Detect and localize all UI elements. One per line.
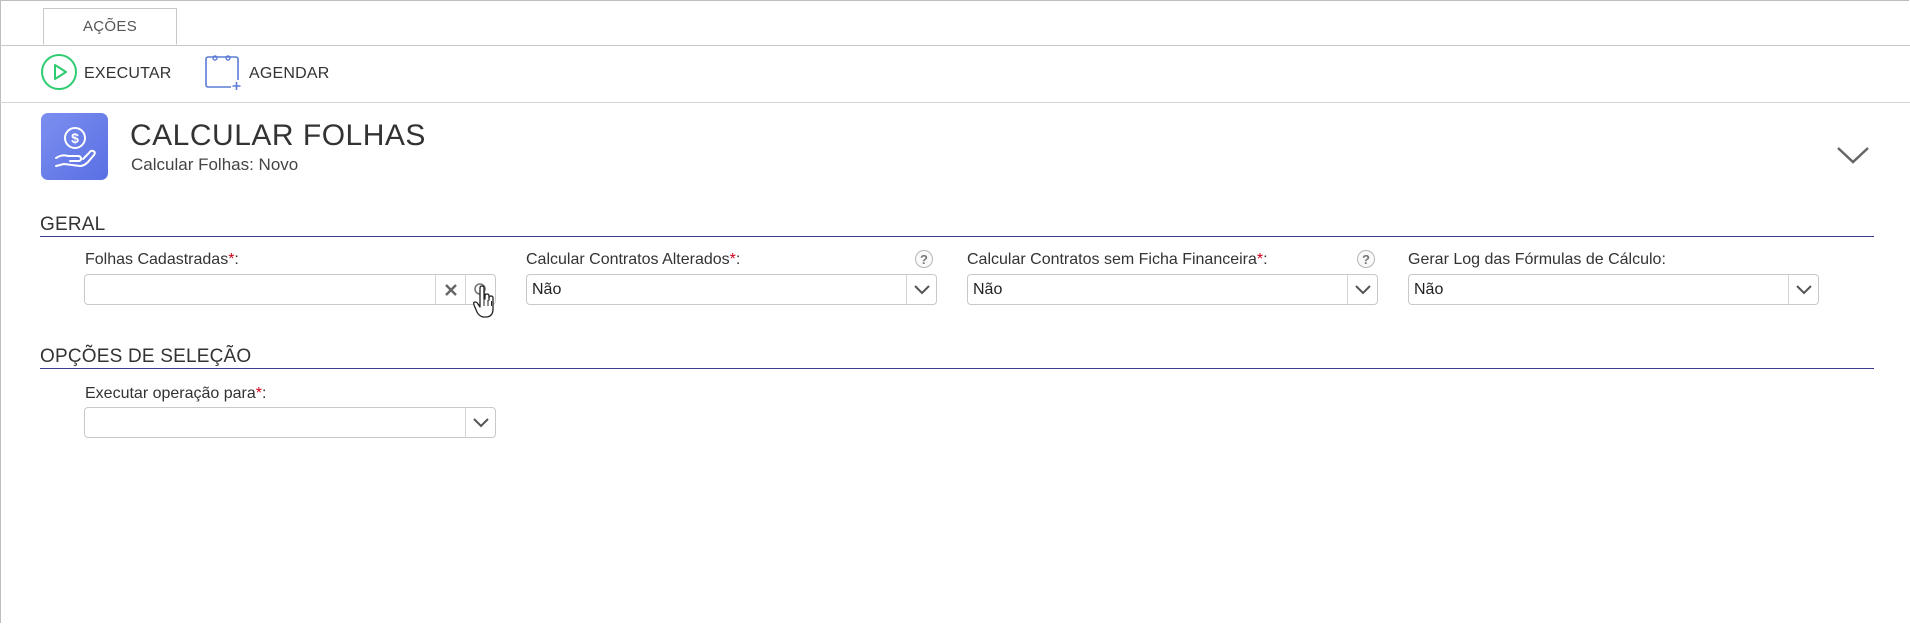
chevron-down-icon[interactable] bbox=[1347, 275, 1377, 304]
chevron-down-icon[interactable] bbox=[906, 275, 936, 304]
page-subtitle: Calcular Folhas: Novo bbox=[131, 155, 299, 174]
label-text: Calcular Contratos sem Ficha Financeira bbox=[967, 251, 1257, 268]
schedule-label: AGENDAR bbox=[249, 65, 330, 82]
label-suffix: : bbox=[262, 385, 267, 402]
help-icon[interactable]: ? bbox=[1357, 250, 1375, 268]
page-title: CALCULAR FOLHAS bbox=[130, 119, 426, 152]
tab-acoes[interactable]: AÇÕES bbox=[43, 8, 177, 45]
action-toolbar: EXECUTAR AGENDAR bbox=[0, 46, 1910, 103]
label-text: Calcular Contratos Alterados bbox=[526, 251, 730, 268]
select-value: Não bbox=[1414, 280, 1444, 298]
search-icon[interactable] bbox=[465, 275, 495, 304]
section-divider bbox=[40, 368, 1874, 369]
money-hand-icon: $ bbox=[54, 126, 96, 167]
label-suffix: : bbox=[735, 251, 741, 268]
schedule-button[interactable]: AGENDAR bbox=[203, 54, 330, 94]
select-value: Não bbox=[532, 280, 562, 298]
section-divider bbox=[40, 236, 1874, 237]
section-title-geral: GERAL bbox=[40, 214, 106, 235]
execute-label: EXECUTAR bbox=[84, 65, 172, 82]
folhas-cadastradas-input[interactable] bbox=[85, 275, 435, 304]
gerar-log-select[interactable]: Não bbox=[1408, 274, 1819, 305]
gerar-log-label: Gerar Log das Fórmulas de Cálculo: bbox=[1408, 251, 1666, 268]
help-icon[interactable]: ? bbox=[915, 250, 933, 268]
contratos-alterados-label: Calcular Contratos Alterados*: bbox=[526, 251, 740, 269]
label-text: Folhas Cadastradas bbox=[85, 251, 229, 268]
svg-text:$: $ bbox=[71, 130, 79, 146]
label-text: Executar operação para bbox=[85, 385, 256, 402]
executar-operacao-label: Executar operação para*: bbox=[85, 385, 266, 403]
chevron-down-icon[interactable] bbox=[465, 408, 495, 437]
calendar-add-icon bbox=[203, 52, 243, 97]
execute-button[interactable]: EXECUTAR bbox=[40, 53, 172, 96]
clear-icon[interactable] bbox=[435, 275, 465, 304]
folhas-cadastradas-label: Folhas Cadastradas*: bbox=[85, 251, 239, 269]
chevron-down-icon[interactable] bbox=[1788, 275, 1818, 304]
play-circle-icon bbox=[40, 53, 78, 96]
folhas-cadastradas-lookup bbox=[84, 274, 496, 305]
contratos-sem-ficha-select[interactable]: Não bbox=[967, 274, 1378, 305]
contratos-alterados-select[interactable]: Não bbox=[526, 274, 937, 305]
label-suffix: : bbox=[234, 251, 239, 268]
select-value: Não bbox=[973, 280, 1003, 298]
section-title-opcoes-selecao: OPÇÕES DE SELEÇÃO bbox=[40, 346, 252, 367]
payroll-app-icon: $ bbox=[41, 113, 108, 180]
executar-operacao-select[interactable] bbox=[84, 407, 496, 438]
collapse-chevron-icon[interactable] bbox=[1835, 143, 1871, 167]
label-suffix: : bbox=[1263, 251, 1268, 268]
contratos-sem-ficha-label: Calcular Contratos sem Ficha Financeira*… bbox=[967, 251, 1268, 269]
tab-bar: AÇÕES bbox=[0, 0, 1910, 46]
